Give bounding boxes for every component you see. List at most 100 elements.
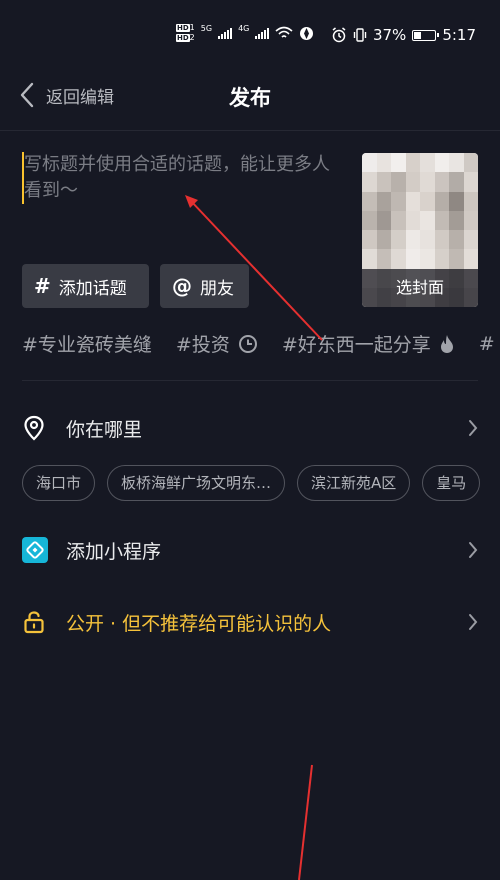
tag-text: #投资 [175, 334, 230, 356]
mini-program-label: 添加小程序 [66, 540, 162, 563]
cover-pixel [405, 153, 420, 173]
battery-fill [414, 31, 422, 39]
cover-pixel [362, 210, 377, 230]
location-pill[interactable]: 滨江新苑A区 [297, 465, 411, 501]
location-pill[interactable]: 海口市 [22, 465, 96, 501]
cover-pixel [420, 172, 435, 192]
cover-pixel [449, 249, 464, 269]
suggested-tag[interactable]: #投资 [176, 330, 258, 357]
cover-pixel [463, 210, 478, 230]
location-pin-icon [24, 415, 44, 441]
at-icon: @ [172, 274, 192, 298]
suggested-tags: #专业瓷砖美缝 #投资 #好东西一起分享 # [22, 330, 495, 357]
cover-pixel [434, 172, 449, 192]
fire-icon [440, 334, 453, 353]
cover-pixel [405, 191, 420, 211]
cover-pixel [376, 210, 391, 230]
tag-text: #好东西一起分享 [281, 334, 431, 356]
clock-icon [238, 334, 257, 353]
location-label: 你在哪里 [66, 418, 143, 441]
cover-pixel [405, 172, 420, 192]
cover-pixel [391, 172, 406, 192]
cover-pixel [376, 191, 391, 211]
cover-pixel [362, 249, 377, 269]
signal-icon-2 [255, 27, 270, 39]
cover-pixel [420, 210, 435, 230]
mention-friend-label: 朋友 [200, 278, 234, 299]
cover-pixel [420, 249, 435, 269]
cover-pixel [449, 153, 464, 173]
cover-pixel [391, 210, 406, 230]
cover-thumbnail[interactable]: 选封面 [362, 153, 478, 307]
unlock-icon [24, 611, 44, 634]
wifi-icon [275, 26, 293, 38]
cover-pixel [434, 249, 449, 269]
status-right-group: 37% 5:17 [331, 26, 476, 44]
chevron-right-icon [469, 542, 478, 558]
cover-pixel [463, 249, 478, 269]
cover-pixel [449, 210, 464, 230]
hd-sub-1: 1 [189, 23, 195, 32]
cover-pixel [391, 249, 406, 269]
privacy-row[interactable]: 公开 · 但不推荐给可能认识的人 [0, 600, 500, 644]
tag-text: # [478, 332, 495, 355]
location-pill[interactable]: 板桥海鲜广场文明东… [107, 465, 286, 501]
privacy-label: 公开 · 但不推荐给可能认识的人 [66, 612, 332, 635]
mention-friend-button[interactable]: @ 朋友 [160, 264, 249, 308]
location-suggestions: 海口市 板桥海鲜广场文明东… 滨江新苑A区 皇马 [22, 465, 481, 501]
vibrate-icon [353, 28, 367, 42]
cover-pixel [434, 230, 449, 250]
select-cover-button[interactable]: 选封面 [362, 269, 478, 307]
network-type-2: 4G [238, 24, 250, 33]
cover-pixel [405, 249, 420, 269]
cover-pixel [376, 249, 391, 269]
suggested-tag[interactable]: #好东西一起分享 [282, 330, 455, 357]
battery-percent: 37% [372, 26, 407, 44]
cover-pixel [449, 230, 464, 250]
cover-pixel [362, 153, 377, 173]
cover-pixel [420, 191, 435, 211]
cover-pixel [391, 230, 406, 250]
hd-badge-1: HD [176, 24, 190, 32]
cover-pixel [362, 172, 377, 192]
cover-pixel [434, 153, 449, 173]
cover-pixel [420, 153, 435, 173]
tag-text: #专业瓷砖美缝 [22, 334, 152, 356]
cover-pixel [391, 191, 406, 211]
section-divider [22, 380, 478, 381]
hd-indicators: HD1 HD2 [176, 24, 195, 42]
data-saver-icon [300, 26, 314, 40]
mini-program-row[interactable]: 添加小程序 [0, 528, 500, 572]
hd-sub-2: 2 [189, 33, 195, 42]
cover-pixel [362, 230, 377, 250]
cover-pixel [449, 191, 464, 211]
caption-input[interactable]: 写标题并使用合适的话题，能让更多人看到～ [22, 152, 344, 204]
cover-pixel [376, 153, 391, 173]
header-bar: 返回编辑 发布 [0, 72, 500, 122]
cover-pixel [463, 230, 478, 250]
signal-icon-1 [218, 27, 233, 39]
cover-pixel [391, 153, 406, 173]
status-bar: HD1 HD2 5G 4G 37% 5:17 [0, 0, 500, 70]
chevron-right-icon [469, 420, 478, 436]
cover-pixel [376, 172, 391, 192]
cover-pixel [463, 172, 478, 192]
cover-pixel [405, 230, 420, 250]
suggested-tag[interactable]: #专业瓷砖美缝 [22, 330, 152, 357]
chevron-right-icon [469, 614, 478, 630]
cover-pixel [463, 153, 478, 173]
cover-pixel [463, 191, 478, 211]
suggested-tag[interactable]: # [479, 333, 495, 355]
add-topic-button[interactable]: # 添加话题 [22, 264, 149, 308]
location-row[interactable]: 你在哪里 [0, 406, 500, 450]
cover-pixel [362, 191, 377, 211]
cover-pixel [405, 210, 420, 230]
hd-badge-2: HD [176, 34, 190, 42]
mini-program-icon [22, 537, 48, 563]
cover-pixel [434, 191, 449, 211]
add-topic-label: 添加话题 [58, 278, 127, 299]
network-type-1: 5G [200, 24, 213, 33]
cover-pixel [420, 230, 435, 250]
location-pill[interactable]: 皇马 [422, 465, 481, 501]
cover-pixel [376, 230, 391, 250]
